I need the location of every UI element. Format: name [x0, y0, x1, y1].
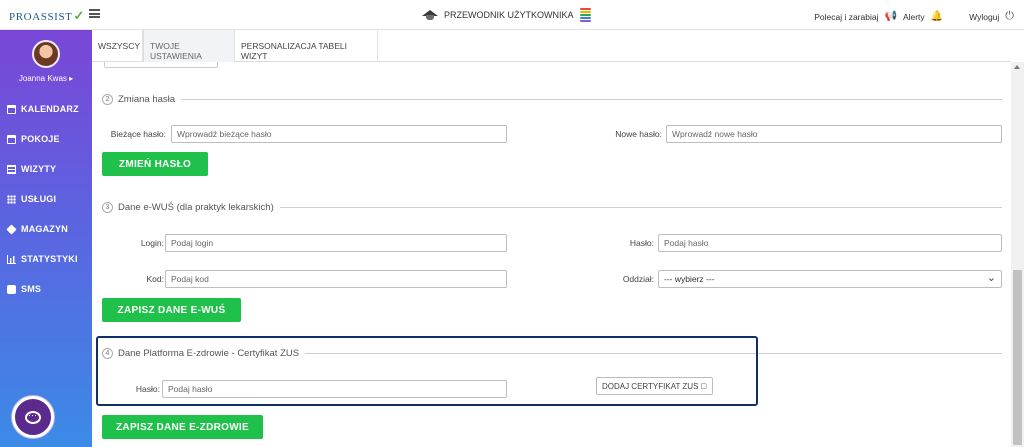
settings-tabs: WSZYSCY TWOJE USTAWIENIA PERSONALIZACJA …	[92, 30, 1011, 62]
megaphone-icon[interactable]: 📢	[884, 11, 896, 22]
sidebar-item-label: USŁUGI	[21, 194, 57, 204]
sidebar-item-kalendarz[interactable]: KALENDARZ	[0, 94, 92, 124]
logo-text: PROASSIST	[9, 11, 73, 23]
logo-check-icon: ✓	[73, 8, 85, 23]
sidebar-item-pokoje[interactable]: POKOJE	[0, 124, 92, 154]
new-password-input[interactable]: Wprowadź nowe hasło	[666, 125, 1002, 143]
sidebar-item-label: STATYSTYKI	[21, 254, 78, 264]
section-title: Zmiana hasła	[118, 93, 176, 105]
calendar-icon	[7, 134, 16, 144]
section-divider	[181, 98, 1002, 100]
top-bar: PROASSIST✓ PRZEWODNIK UŻYTKOWNIKA Poleca…	[0, 0, 1024, 30]
save-ewus-button[interactable]: ZAPISZ DANE E-WUŚ	[102, 298, 241, 322]
tab-personalizacja-tabeli[interactable]: PERSONALIZACJA TABELI WIZYT	[235, 30, 378, 62]
logout-icon[interactable]: ⏻	[1005, 10, 1014, 23]
sidebar-item-magazyn[interactable]: MAGAZYN	[0, 214, 92, 244]
avatar[interactable]	[32, 40, 60, 68]
ewus-password-input[interactable]: Podaj hasło	[658, 234, 1002, 252]
chat-bubble-icon	[25, 410, 41, 424]
password-section-header: 2 Zmiana hasła	[102, 92, 1002, 106]
books-icon	[579, 8, 591, 22]
chat-button[interactable]	[12, 396, 54, 438]
refer-earn-link[interactable]: Polecaj i zarabiaj	[814, 12, 878, 22]
section-divider	[279, 206, 1002, 208]
list-icon	[7, 164, 16, 174]
sidebar-item-uslugi[interactable]: USŁUGI	[0, 184, 92, 214]
sidebar-item-label: MAGAZYN	[21, 224, 68, 234]
vertical-scrollbar[interactable]	[1011, 62, 1024, 447]
alerts-label[interactable]: Alerty	[903, 12, 925, 22]
partial-input[interactable]	[104, 62, 218, 68]
grid-icon	[7, 194, 16, 204]
ewus-login-label: Login:	[140, 238, 164, 248]
change-password-button[interactable]: ZMIEŃ HASŁO	[102, 152, 208, 176]
scroll-up-arrow-icon[interactable]	[1014, 65, 1020, 69]
tab-wszyscy[interactable]: WSZYSCY	[92, 30, 143, 62]
sidebar-item-label: POKOJE	[21, 134, 60, 144]
ewus-branch-value: --- wybierz ---	[664, 274, 715, 284]
section-number: 2	[102, 93, 113, 105]
user-guide-label: PRZEWODNIK UŻYTKOWNIKA	[444, 10, 574, 20]
menu-toggle-icon[interactable]	[89, 9, 100, 18]
section-number: 3	[102, 201, 113, 213]
current-password-input[interactable]: Wprowadź bieżące hasło	[171, 125, 507, 143]
tab-twoje-ustawienia[interactable]: TWOJE USTAWIENIA	[143, 30, 235, 62]
sidebar-item-wizyty[interactable]: WIZYTY	[0, 154, 92, 184]
sidebar-item-label: SMS	[21, 284, 42, 294]
ewus-login-input[interactable]: Podaj login	[165, 234, 507, 252]
user-guide-link[interactable]: PRZEWODNIK UŻYTKOWNIKA	[422, 8, 591, 22]
ewus-branch-select[interactable]: --- wybierz ---	[658, 270, 1002, 288]
current-password-label: Bieżące hasło:	[110, 129, 166, 139]
new-password-label: Nowe hasło:	[615, 129, 662, 139]
sidebar: Joanna Kwas ▸ KALENDARZ POKOJE WIZYTY US…	[0, 30, 92, 447]
ewus-code-label: Kod:	[146, 274, 165, 284]
section-title: Dane e-WUŚ (dla praktyk lekarskich)	[118, 201, 274, 213]
logout-link[interactable]: Wyloguj	[969, 12, 999, 22]
ewus-branch-label: Oddział:	[622, 274, 654, 284]
save-ezdrowie-button[interactable]: ZAPISZ DANE E-ZDROWIE	[102, 415, 263, 439]
ewus-code-input[interactable]: Podaj kod	[165, 270, 507, 288]
user-name[interactable]: Joanna Kwas ▸	[0, 74, 92, 83]
bell-icon[interactable]: 🔔	[931, 11, 943, 22]
scrollbar-thumb[interactable]	[1013, 270, 1022, 445]
box-icon	[6, 223, 17, 235]
bar-chart-icon	[7, 254, 16, 264]
top-right-actions: Polecaj i zarabiaj 📢 Alerty 🔔 Wyloguj ⏻	[814, 10, 1014, 23]
sidebar-nav: KALENDARZ POKOJE WIZYTY USŁUGI MAGAZYN S…	[0, 94, 92, 304]
sidebar-item-statystyki[interactable]: STATYSTYKI	[0, 244, 92, 274]
sms-icon	[7, 284, 16, 294]
calendar-icon	[7, 104, 16, 114]
sidebar-item-label: KALENDARZ	[21, 104, 79, 114]
sidebar-item-sms[interactable]: SMS	[0, 274, 92, 304]
sidebar-item-label: WIZYTY	[21, 164, 57, 174]
ewus-section-header: 3 Dane e-WUŚ (dla praktyk lekarskich)	[102, 200, 1002, 214]
ewus-password-label: Hasło:	[629, 238, 654, 248]
ezdrowie-highlight-frame	[96, 336, 758, 406]
graduation-cap-icon	[422, 9, 438, 21]
app-logo[interactable]: PROASSIST✓	[9, 8, 85, 24]
